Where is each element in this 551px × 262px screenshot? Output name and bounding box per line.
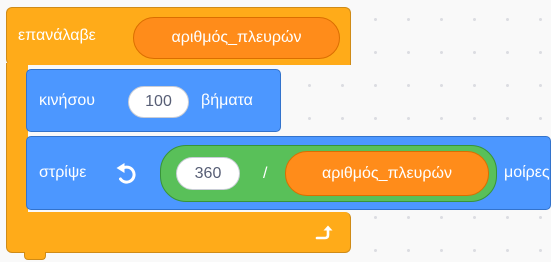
degrees-suffix: μοίρες bbox=[504, 164, 550, 181]
repeat-count-variable[interactable]: αριθμός_πλευρών bbox=[133, 17, 340, 59]
turn-label: στρίψε bbox=[39, 164, 87, 181]
dividend-input[interactable]: 360 bbox=[176, 157, 240, 190]
rotate-left-icon bbox=[114, 161, 138, 185]
code-canvas[interactable]: επανάλαβε αριθμός_πλευρών κινήσου 100 βή… bbox=[0, 0, 551, 262]
divisor-variable-label: αριθμός_πλευρών bbox=[321, 164, 453, 182]
steps-input[interactable]: 100 bbox=[128, 86, 189, 118]
steps-value: 100 bbox=[145, 93, 172, 110]
turn-degrees-block[interactable]: στρίψε 360 / αριθμός_πλευρών μοίρες bbox=[26, 136, 551, 210]
dividend-value: 360 bbox=[194, 164, 222, 182]
repeat-block-arm bbox=[6, 63, 28, 213]
move-label: κινήσου bbox=[39, 92, 95, 109]
divisor-variable[interactable]: αριθμός_πλευρών bbox=[285, 151, 489, 196]
repeat-label: επανάλαβε bbox=[18, 27, 96, 44]
repeat-count-variable-label: αριθμός_πλευρών bbox=[171, 29, 302, 46]
repeat-block-footer[interactable] bbox=[6, 212, 351, 253]
block-bottom-notch bbox=[24, 252, 46, 260]
move-steps-block[interactable]: κινήσου 100 βήματα bbox=[26, 69, 281, 132]
loop-arrow-icon bbox=[313, 223, 333, 243]
divide-operator[interactable]: 360 / αριθμός_πλευρών bbox=[160, 145, 497, 202]
divide-symbol: / bbox=[263, 165, 268, 182]
steps-suffix: βήματα bbox=[201, 92, 253, 109]
